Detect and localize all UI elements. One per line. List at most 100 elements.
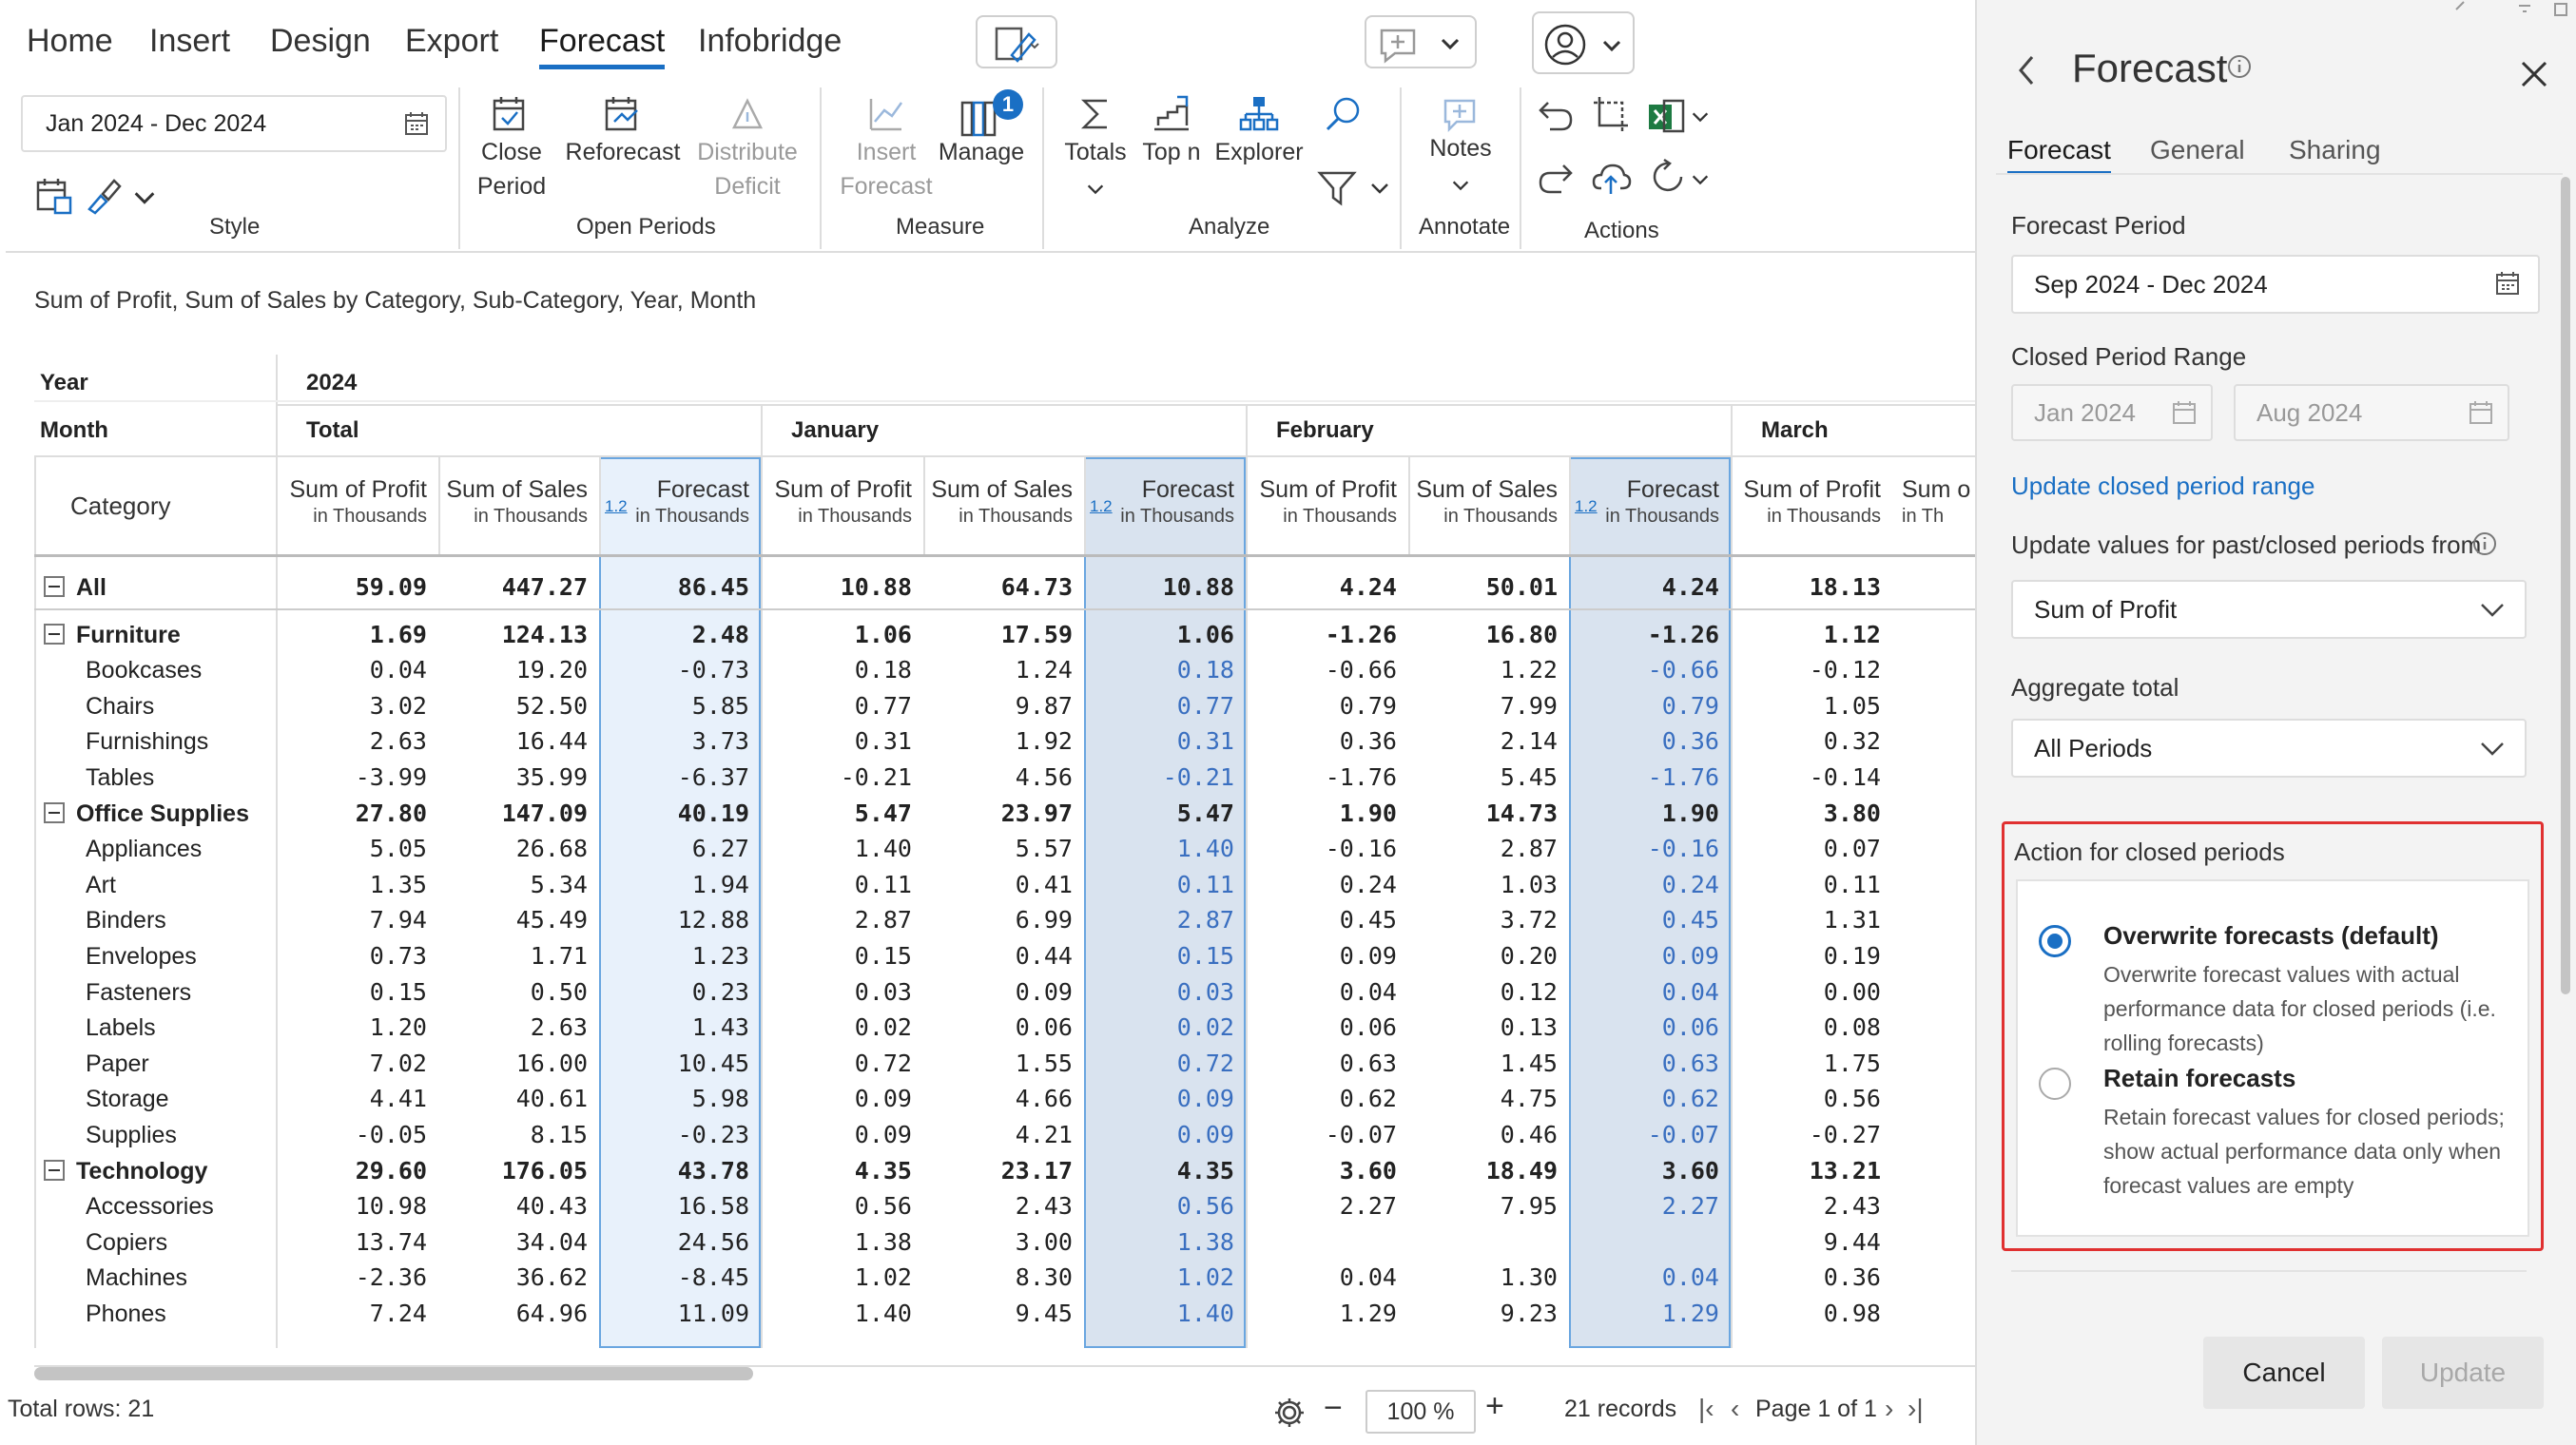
grid-line <box>34 400 1975 402</box>
cell-value: 17.59 <box>1000 621 1073 648</box>
cell-value: 8.30 <box>1015 1263 1073 1291</box>
panel-scrollbar[interactable] <box>2561 177 2570 994</box>
cell-value: 16.80 <box>1485 621 1558 648</box>
back-arrow-icon[interactable] <box>2013 53 2042 87</box>
update-button[interactable]: Update <box>2382 1337 2544 1409</box>
cell-value <box>1569 1225 1719 1260</box>
cell-value: 23.17 <box>1000 1157 1073 1185</box>
chevron-down-icon[interactable] <box>1689 169 1712 190</box>
cell-value: 0.09 <box>1176 1085 1234 1112</box>
menu-design[interactable]: Design <box>270 23 371 60</box>
cell-value: 26.68 <box>515 835 588 862</box>
edit-mode-button[interactable] <box>976 15 1057 68</box>
horizontal-scrollbar[interactable] <box>34 1367 753 1380</box>
cell-value: 5.85 <box>691 692 749 720</box>
cloud-upload-icon[interactable] <box>1590 156 1632 198</box>
insert-forecast-button[interactable]: Insert Forecast <box>839 93 934 207</box>
collapse-toggle-icon[interactable] <box>44 576 65 597</box>
aggregate-total-dropdown[interactable]: All Periods <box>2011 719 2527 778</box>
cell-value: 1.29 <box>1339 1300 1397 1327</box>
filter-icon[interactable] <box>1316 167 1358 209</box>
tab-sharing[interactable]: Sharing <box>2289 135 2381 165</box>
date-range-picker[interactable]: Jan 2024 - Dec 2024 <box>21 95 447 152</box>
excel-export-icon[interactable] <box>1645 95 1687 137</box>
redo-icon[interactable] <box>1535 156 1577 198</box>
forecast-badge: 1.2 <box>1090 497 1113 515</box>
overwrite-forecasts-radio[interactable] <box>2039 925 2071 957</box>
collapse-toggle-icon[interactable] <box>44 802 65 823</box>
undo-icon[interactable] <box>1535 93 1577 135</box>
collapse-toggle-icon[interactable] <box>44 624 65 645</box>
chevron-down-icon[interactable] <box>131 184 158 211</box>
update-closed-range-link[interactable]: Update closed period range <box>2011 472 2315 501</box>
refresh-icon[interactable] <box>1649 156 1691 198</box>
prev-page-button[interactable]: ‹ <box>1731 1394 1739 1424</box>
row-label: Paper <box>86 1050 149 1077</box>
zoom-in-button[interactable]: + <box>1485 1388 1504 1425</box>
menu-home[interactable]: Home <box>27 23 113 60</box>
paint-brush-icon[interactable] <box>82 175 124 217</box>
cell-value: 0.31 <box>854 727 912 755</box>
calendar-icon <box>2496 272 2519 295</box>
row-label: All <box>76 574 107 601</box>
action-options-box: Overwrite forecasts (default) Overwrite … <box>2016 879 2529 1237</box>
style-calendar-icon[interactable] <box>34 175 76 217</box>
cell-value: 0.11 <box>854 871 912 898</box>
update-values-dropdown[interactable]: Sum of Profit <box>2011 580 2527 639</box>
notes-button[interactable]: Notes <box>1415 93 1506 207</box>
distribute-deficit-button[interactable]: Distribute Deficit <box>688 93 806 207</box>
first-page-button[interactable]: |‹ <box>1698 1394 1714 1424</box>
totals-button[interactable]: Totals <box>1057 93 1133 207</box>
cell-value: 9.44 <box>1823 1228 1881 1256</box>
row-label: Tables <box>86 764 155 791</box>
tab-forecast[interactable]: Forecast <box>2007 135 2111 175</box>
cell-value: 1.05 <box>1823 692 1881 720</box>
cell-value: 0.62 <box>1339 1085 1397 1112</box>
row-label: Office Supplies <box>76 800 249 827</box>
menu-export[interactable]: Export <box>405 23 498 60</box>
cell-value: 13.21 <box>1809 1157 1881 1185</box>
measure-unit: in Thousands <box>1443 506 1558 527</box>
comment-dropdown-button[interactable] <box>1365 15 1477 68</box>
cell-value: 16.58 <box>677 1192 749 1220</box>
cell-value: 36.62 <box>515 1263 588 1291</box>
cell-value: 0.18 <box>1176 656 1234 684</box>
manage-label: Manage <box>938 139 1025 165</box>
reforecast-button[interactable]: Reforecast <box>563 93 683 179</box>
cell-value: 18.49 <box>1485 1157 1558 1185</box>
cancel-button[interactable]: Cancel <box>2203 1337 2365 1409</box>
last-page-button[interactable]: ›| <box>1908 1394 1924 1424</box>
menu-infobridge[interactable]: Infobridge <box>698 23 842 60</box>
cell-value: 14.73 <box>1485 800 1558 827</box>
close-period-button[interactable]: Close Period <box>472 93 552 207</box>
tab-general[interactable]: General <box>2150 135 2245 165</box>
cell-value: 7.94 <box>369 906 427 934</box>
row-label: Phones <box>86 1300 166 1327</box>
retain-forecasts-radio[interactable] <box>2039 1068 2071 1100</box>
manage-button[interactable]: 1 Manage <box>934 89 1029 179</box>
zoom-level-input[interactable]: 100 % <box>1365 1390 1476 1434</box>
row-label: Chairs <box>86 693 155 720</box>
chevron-down-icon[interactable] <box>1367 177 1392 200</box>
info-icon[interactable] <box>2226 53 2253 80</box>
zoom-out-button[interactable]: − <box>1324 1390 1343 1427</box>
collapse-toggle-icon[interactable] <box>44 1160 65 1181</box>
next-page-button[interactable]: › <box>1885 1394 1893 1424</box>
cell-value: 3.00 <box>1015 1228 1073 1256</box>
cell-value: 12.88 <box>677 906 749 934</box>
measure-unit: in Thousands <box>474 506 588 527</box>
chevron-down-icon[interactable] <box>1689 106 1712 127</box>
explorer-button[interactable]: Explorer <box>1210 93 1308 179</box>
settings-gear-icon[interactable] <box>1272 1396 1307 1430</box>
top-n-button[interactable]: Top n <box>1133 93 1210 179</box>
info-icon[interactable] <box>2471 530 2498 557</box>
crop-frame-icon[interactable] <box>1590 93 1632 135</box>
menu-insert[interactable]: Insert <box>149 23 230 60</box>
menu-forecast[interactable]: Forecast <box>539 23 666 69</box>
cell-value: 1.75 <box>1823 1050 1881 1077</box>
close-icon[interactable] <box>2519 59 2549 89</box>
search-icon[interactable] <box>1322 93 1364 135</box>
cell-value: -1.26 <box>1647 621 1719 648</box>
forecast-period-picker[interactable]: Sep 2024 - Dec 2024 <box>2011 255 2540 314</box>
user-menu-button[interactable] <box>1532 11 1635 74</box>
